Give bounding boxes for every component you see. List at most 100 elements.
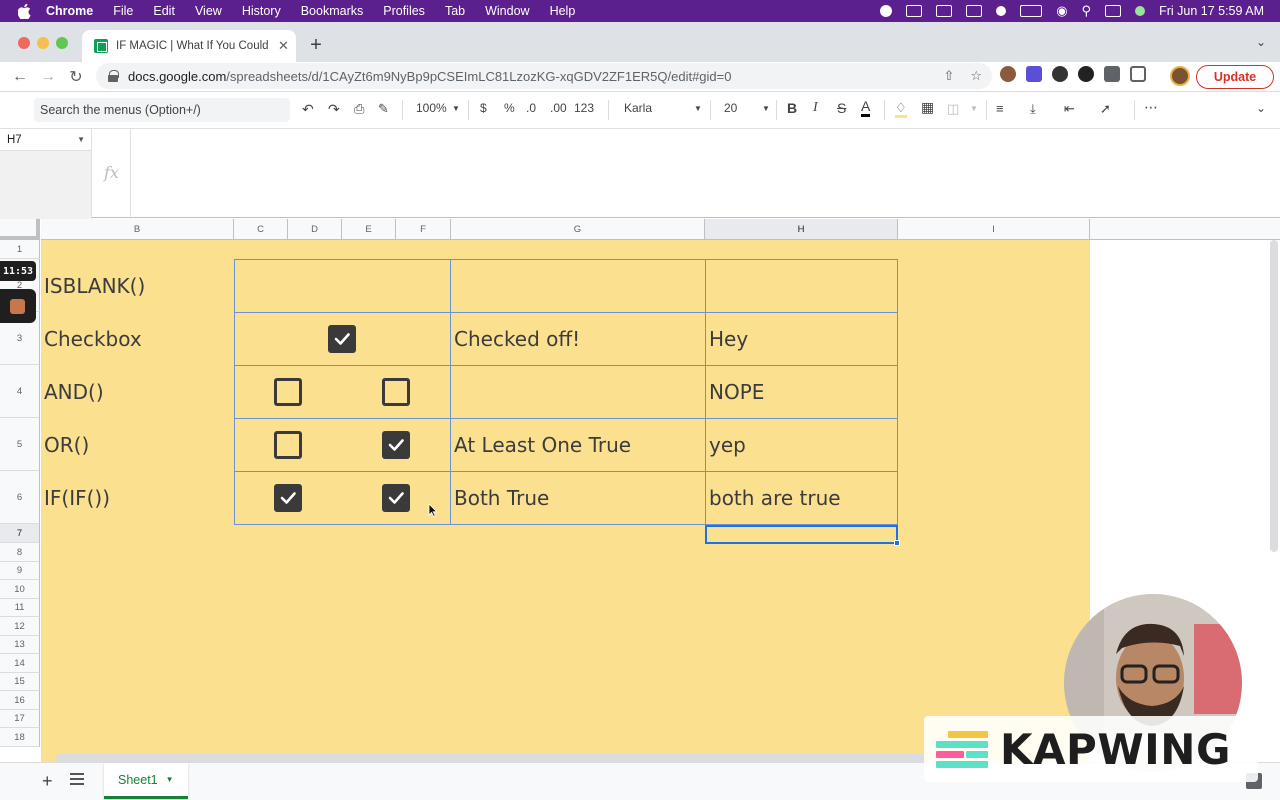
text-wrapping-icon[interactable]: ⇤ bbox=[1064, 101, 1075, 117]
row-header-1[interactable]: 1 bbox=[0, 240, 40, 259]
redo-icon[interactable]: ↷ bbox=[328, 101, 340, 118]
fill-color-icon[interactable]: ♢ bbox=[895, 101, 907, 118]
column-header-b[interactable]: B bbox=[41, 219, 234, 240]
paint-format-icon[interactable]: ✎ bbox=[378, 101, 389, 117]
select-all-corner[interactable] bbox=[0, 219, 40, 240]
cell-g3[interactable]: Checked off! bbox=[454, 312, 580, 365]
checkbox-c6[interactable] bbox=[274, 484, 302, 512]
menu-help[interactable]: Help bbox=[550, 4, 576, 18]
selected-cell-h7[interactable] bbox=[705, 525, 900, 546]
row-header-14[interactable]: 14 bbox=[0, 654, 40, 673]
italic-button[interactable]: I bbox=[813, 100, 818, 116]
vertical-align-icon[interactable]: ⤓ bbox=[1030, 101, 1036, 117]
text-color-button[interactable]: A bbox=[861, 98, 871, 117]
cell-h4[interactable]: NOPE bbox=[709, 365, 764, 418]
merge-cells-icon[interactable]: ◫ bbox=[947, 101, 959, 117]
menu-search-input[interactable]: Search the menus (Option+/) bbox=[34, 98, 290, 122]
menubar-clock[interactable]: Fri Jun 17 5:59 AM bbox=[1159, 4, 1264, 18]
currency-format-button[interactable]: $ bbox=[480, 101, 487, 115]
checkbox-c4[interactable] bbox=[274, 378, 302, 406]
checkbox-c5[interactable] bbox=[274, 431, 302, 459]
name-box-caret-icon[interactable]: ▼ bbox=[77, 135, 85, 144]
vertical-scrollbar[interactable] bbox=[1270, 240, 1278, 552]
brightness-icon[interactable] bbox=[880, 5, 893, 17]
cell-h5[interactable]: yep bbox=[709, 418, 746, 471]
font-caret-icon[interactable]: ▼ bbox=[694, 104, 702, 113]
checkbox-e5[interactable] bbox=[382, 431, 410, 459]
siri-icon[interactable] bbox=[1135, 6, 1146, 16]
cell-b4[interactable]: AND() bbox=[44, 365, 104, 418]
print-icon[interactable]: ⎙ bbox=[354, 101, 364, 117]
cell-b6[interactable]: IF(IF()) bbox=[44, 471, 110, 524]
menu-window[interactable]: Window bbox=[485, 4, 529, 18]
horizontal-align-icon[interactable]: ≡ bbox=[996, 101, 1004, 116]
row-header-10[interactable]: 10 bbox=[0, 580, 40, 599]
row-header-6[interactable]: 6 bbox=[0, 471, 40, 524]
all-sheets-menu-icon[interactable] bbox=[70, 773, 84, 785]
increase-decimal-button[interactable]: .00 bbox=[550, 101, 567, 115]
column-header-g[interactable]: G bbox=[451, 219, 705, 240]
borders-icon[interactable]: ▦ bbox=[921, 99, 934, 116]
column-header-d[interactable]: D bbox=[288, 219, 342, 240]
extension-icon-3[interactable] bbox=[1052, 66, 1068, 82]
add-sheet-button[interactable]: + bbox=[42, 771, 53, 792]
battery-icon[interactable] bbox=[1020, 5, 1043, 17]
font-size-caret-icon[interactable]: ▼ bbox=[762, 104, 770, 113]
decrease-decimal-button[interactable]: .0 bbox=[526, 101, 536, 115]
column-header-i[interactable]: I bbox=[898, 219, 1090, 240]
chrome-update-button[interactable]: Update bbox=[1196, 65, 1274, 89]
window-close-button[interactable] bbox=[18, 37, 30, 49]
checkbox-e6[interactable] bbox=[382, 484, 410, 512]
cell-b2[interactable]: ISBLANK() bbox=[44, 259, 145, 312]
font-size-select[interactable]: 20 bbox=[724, 101, 737, 115]
forward-arrow-icon[interactable]: → bbox=[34, 68, 62, 86]
apple-icon[interactable] bbox=[16, 3, 32, 19]
cell-g5[interactable]: At Least One True bbox=[454, 418, 631, 471]
menu-profiles[interactable]: Profiles bbox=[383, 4, 425, 18]
app-status-icon[interactable] bbox=[906, 5, 923, 17]
merge-caret-icon[interactable]: ▼ bbox=[970, 104, 978, 113]
side-panel-icon[interactable] bbox=[1130, 66, 1146, 82]
screen-icon[interactable] bbox=[966, 5, 983, 17]
row-header-18[interactable]: 18 bbox=[0, 728, 40, 747]
cell-g6[interactable]: Both True bbox=[454, 471, 549, 524]
zoom-select[interactable]: 100% bbox=[416, 101, 447, 115]
formula-input[interactable] bbox=[140, 133, 1270, 213]
stop-recording-button[interactable] bbox=[0, 289, 36, 323]
lock-icon[interactable] bbox=[108, 70, 119, 82]
window-minimize-button[interactable] bbox=[37, 37, 49, 49]
menu-app-name[interactable]: Chrome bbox=[46, 4, 93, 18]
tab-close-icon[interactable]: ✕ bbox=[278, 38, 289, 54]
browser-tab-active[interactable]: IF MAGIC | What If You Could P ✕ bbox=[82, 30, 296, 62]
share-icon[interactable]: ⇧ bbox=[943, 68, 954, 84]
control-center-icon[interactable] bbox=[1105, 5, 1122, 17]
text-rotation-icon[interactable]: ➚ bbox=[1100, 101, 1111, 117]
horizontal-scrollbar[interactable] bbox=[56, 754, 926, 762]
menu-edit[interactable]: Edit bbox=[153, 4, 175, 18]
new-tab-button[interactable]: + bbox=[306, 34, 326, 57]
row-header-5[interactable]: 5 bbox=[0, 418, 40, 471]
extension-icon-4[interactable] bbox=[1078, 66, 1094, 82]
zoom-caret-icon[interactable]: ▼ bbox=[452, 104, 460, 113]
keyboard-icon[interactable] bbox=[936, 5, 953, 17]
menu-view[interactable]: View bbox=[195, 4, 222, 18]
row-header-11[interactable]: 11 bbox=[0, 599, 40, 617]
checkbox-e4[interactable] bbox=[382, 378, 410, 406]
puzzle-extensions-icon[interactable] bbox=[1104, 66, 1120, 82]
row-header-13[interactable]: 13 bbox=[0, 636, 40, 654]
column-header-e[interactable]: E bbox=[342, 219, 396, 240]
name-box[interactable]: H7 ▼ bbox=[0, 129, 92, 151]
row-header-8[interactable]: 8 bbox=[0, 543, 40, 562]
fill-handle[interactable] bbox=[894, 540, 900, 546]
menu-bookmarks[interactable]: Bookmarks bbox=[301, 4, 364, 18]
column-header-h[interactable]: H bbox=[705, 219, 898, 240]
more-formats-button[interactable]: 123 bbox=[574, 101, 594, 115]
window-zoom-button[interactable] bbox=[56, 37, 68, 49]
strikethrough-button[interactable]: S bbox=[837, 100, 846, 116]
reload-icon[interactable]: ↻ bbox=[62, 67, 90, 87]
percent-format-button[interactable]: % bbox=[504, 101, 515, 115]
wifi-icon[interactable]: ◉ bbox=[1056, 3, 1067, 19]
row-header-17[interactable]: 17 bbox=[0, 710, 40, 728]
moon-icon[interactable] bbox=[996, 6, 1007, 16]
row-header-16[interactable]: 16 bbox=[0, 691, 40, 710]
